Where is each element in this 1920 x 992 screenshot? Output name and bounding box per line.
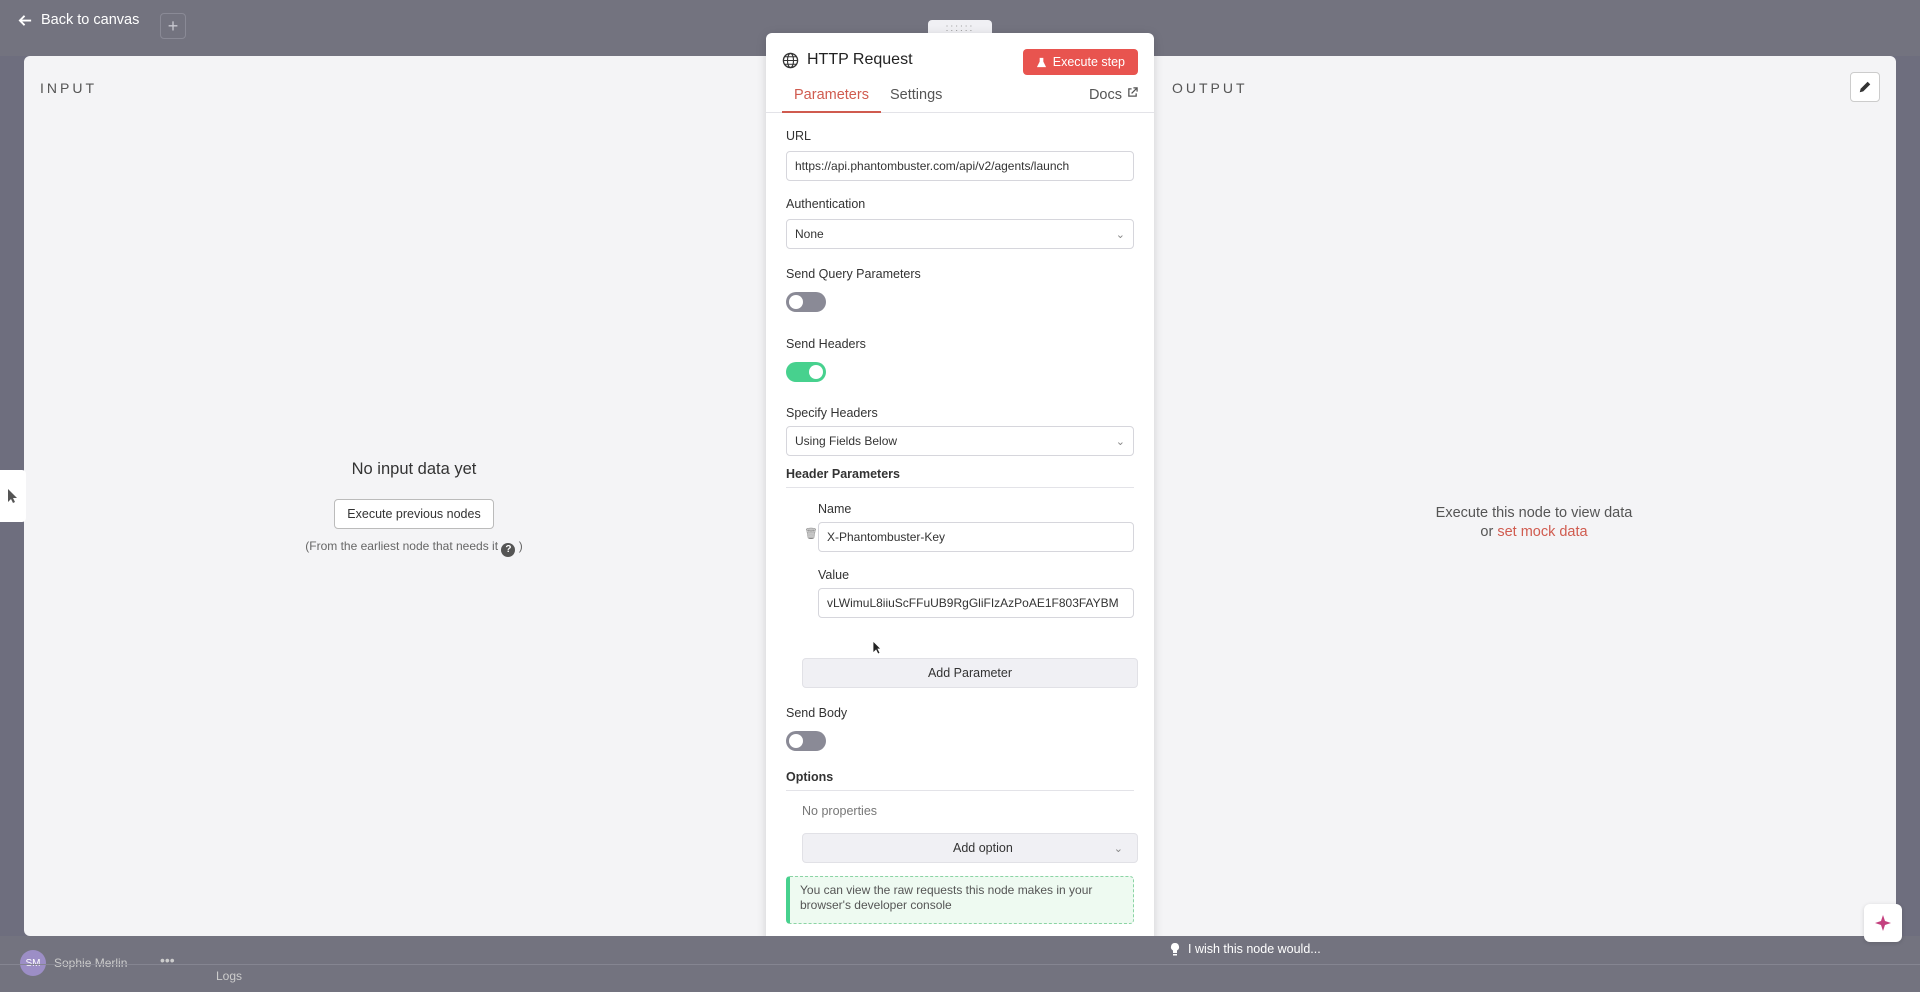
cursor-icon xyxy=(8,489,17,503)
add-option-select[interactable]: Add option ⌄ xyxy=(802,833,1138,863)
send-query-toggle[interactable] xyxy=(786,292,826,312)
send-body-label: Send Body xyxy=(786,706,848,720)
back-to-canvas-link[interactable]: Back to canvas xyxy=(18,12,139,28)
authentication-value: None xyxy=(795,227,824,241)
edit-output-button[interactable] xyxy=(1850,72,1880,102)
specify-headers-value: Using Fields Below xyxy=(795,434,898,448)
url-label: URL xyxy=(786,129,812,143)
sparkle-icon xyxy=(1875,915,1891,931)
add-parameter-button[interactable]: Add Parameter xyxy=(802,658,1138,688)
developer-console-notice: You can view the raw requests this node … xyxy=(786,876,1134,924)
no-input-title: No input data yet xyxy=(351,460,477,478)
chevron-down-icon: ⌄ xyxy=(1113,842,1123,855)
execute-previous-nodes-button[interactable]: Execute previous nodes xyxy=(334,499,494,529)
authentication-select[interactable]: None ⌄ xyxy=(786,219,1134,249)
lightbulb-icon xyxy=(1170,942,1180,956)
header-name-label: Name xyxy=(818,502,852,516)
earliest-node-note: (From the earliest node that needs it ? … xyxy=(224,539,604,557)
feedback-label: I wish this node would... xyxy=(1188,942,1321,956)
send-headers-toggle[interactable] xyxy=(786,362,826,382)
send-headers-label: Send Headers xyxy=(786,337,866,351)
authentication-label: Authentication xyxy=(786,197,866,211)
chevron-down-icon: ⌄ xyxy=(1115,228,1125,241)
feedback-link[interactable]: I wish this node would... xyxy=(1170,942,1321,956)
execute-step-label: Execute step xyxy=(1052,55,1125,69)
earliest-note-close: ) xyxy=(518,539,523,553)
set-mock-data-link[interactable]: set mock data xyxy=(1497,524,1587,540)
arrow-left-icon xyxy=(18,14,32,26)
panel-header: HTTP Request Execute step Parameters Set… xyxy=(766,33,1154,113)
header-parameters-heading: Header Parameters xyxy=(786,467,1134,488)
options-heading: Options xyxy=(786,770,1134,791)
output-or: or xyxy=(1480,524,1494,540)
tab-settings[interactable]: Settings xyxy=(890,87,942,113)
url-input[interactable]: https://api.phantombuster.com/api/v2/age… xyxy=(786,151,1134,181)
globe-icon xyxy=(782,52,799,68)
output-pane-label: OUTPUT xyxy=(1172,80,1248,96)
input-pane-label: INPUT xyxy=(40,80,97,96)
send-query-label: Send Query Parameters xyxy=(786,267,921,281)
node-settings-panel: HTTP Request Execute step Parameters Set… xyxy=(766,33,1154,959)
logs-label[interactable]: Logs xyxy=(216,969,242,983)
header-name-input[interactable]: X-Phantombuster-Key xyxy=(818,522,1134,552)
mouse-pointer-icon xyxy=(872,640,882,655)
panel-tabs: Parameters Settings Docs xyxy=(766,87,1154,113)
add-tab-button[interactable]: + xyxy=(160,13,186,39)
execute-step-button[interactable]: Execute step xyxy=(1022,49,1138,75)
input-empty-state: No input data yet Execute previous nodes… xyxy=(224,460,604,557)
left-panel-tab[interactable] xyxy=(0,470,26,522)
header-value-input[interactable]: vLWimuL8iiuScFFuUB9RgGliFIzAzPoAE1F803FA… xyxy=(818,588,1134,618)
output-hint: Execute this node to view data xyxy=(1435,505,1633,521)
specify-headers-select[interactable]: Using Fields Below ⌄ xyxy=(786,426,1134,456)
flask-icon xyxy=(1036,57,1046,67)
chevron-down-icon: ⌄ xyxy=(1115,435,1125,448)
tab-docs[interactable]: Docs xyxy=(1089,87,1138,113)
node-title: HTTP Request xyxy=(782,51,913,69)
earliest-note-text: (From the earliest node that needs it xyxy=(305,539,499,553)
no-properties-text: No properties xyxy=(802,804,878,818)
output-empty-state: Execute this node to view data or set mo… xyxy=(1404,504,1664,542)
header-value-label: Value xyxy=(818,568,850,582)
help-icon[interactable]: ? xyxy=(501,542,516,557)
trash-icon[interactable]: 🗑 xyxy=(804,527,818,540)
docs-label: Docs xyxy=(1088,87,1122,103)
specify-headers-label: Specify Headers xyxy=(786,406,878,420)
node-title-text: HTTP Request xyxy=(807,51,913,68)
send-body-toggle[interactable] xyxy=(786,731,826,751)
tab-parameters[interactable]: Parameters xyxy=(782,87,881,113)
pencil-icon xyxy=(1859,81,1871,93)
add-option-label: Add option xyxy=(953,841,1013,855)
logs-bar xyxy=(0,964,1920,992)
ai-assistant-button[interactable] xyxy=(1864,904,1902,942)
back-to-canvas-label: Back to canvas xyxy=(41,12,140,28)
external-link-icon xyxy=(1128,87,1138,97)
